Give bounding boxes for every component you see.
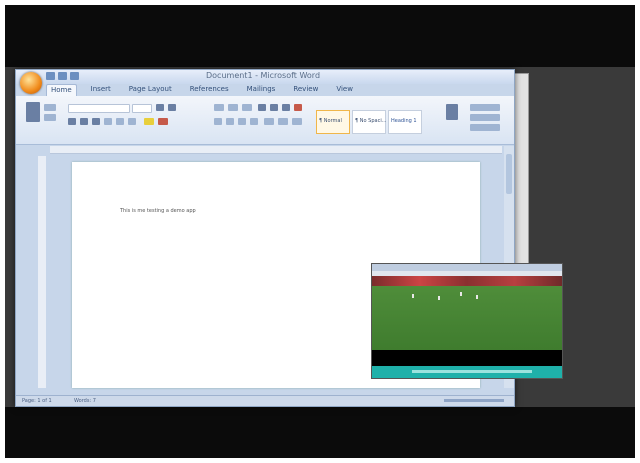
tab-references[interactable]: References: [186, 84, 233, 96]
highlight-icon[interactable]: [144, 118, 154, 125]
tab-page-layout[interactable]: Page Layout: [125, 84, 176, 96]
player: [412, 294, 414, 298]
video-controls[interactable]: [372, 366, 562, 378]
style-no-spacing-label: ¶ No Spaci...: [355, 118, 387, 124]
editing-group: [466, 100, 512, 138]
style-heading-1-label: Heading 1: [391, 118, 417, 124]
sort-icon[interactable]: [282, 104, 290, 111]
show-formatting-icon[interactable]: [294, 104, 302, 111]
style-normal-label: ¶ Normal: [319, 118, 342, 124]
office-button-icon[interactable]: [20, 72, 42, 94]
undo-icon[interactable]: [58, 72, 67, 80]
tab-home[interactable]: Home: [46, 84, 77, 96]
bold-icon[interactable]: [68, 118, 76, 125]
font-group: [64, 100, 204, 138]
paste-icon[interactable]: [26, 102, 40, 122]
tab-view[interactable]: View: [332, 84, 357, 96]
copy-icon[interactable]: [44, 114, 56, 121]
word-count[interactable]: Words: 7: [74, 398, 96, 404]
find-icon[interactable]: [470, 104, 500, 111]
football-pitch: [372, 286, 562, 350]
font-color-icon[interactable]: [158, 118, 168, 125]
video-title-bar[interactable]: [372, 264, 562, 271]
underline-icon[interactable]: [92, 118, 100, 125]
player: [460, 292, 462, 296]
select-icon[interactable]: [470, 124, 500, 131]
borders-icon[interactable]: [292, 118, 302, 125]
font-size-dropdown[interactable]: [132, 104, 152, 113]
video-progress-bar[interactable]: [412, 370, 532, 373]
tab-mailings[interactable]: Mailings: [243, 84, 280, 96]
line-spacing-icon[interactable]: [264, 118, 274, 125]
status-bar: Page: 1 of 1 Words: 7: [16, 395, 514, 406]
video-player-window[interactable]: [371, 263, 563, 379]
quick-access-toolbar: [46, 72, 79, 82]
styles-group: ¶ Normal ¶ No Spaci... Heading 1: [314, 100, 440, 138]
vertical-ruler: [38, 156, 46, 388]
cut-icon[interactable]: [44, 104, 56, 111]
document-text[interactable]: This is me testing a demo app: [120, 208, 196, 214]
shading-icon[interactable]: [278, 118, 288, 125]
clipboard-group: [20, 100, 60, 138]
page-count[interactable]: Page: 1 of 1: [22, 398, 52, 404]
align-left-icon[interactable]: [214, 118, 222, 125]
save-icon[interactable]: [46, 72, 55, 80]
tab-insert[interactable]: Insert: [87, 84, 115, 96]
style-no-spacing[interactable]: ¶ No Spaci...: [352, 110, 386, 134]
numbering-icon[interactable]: [228, 104, 238, 111]
stadium-stands: [372, 276, 562, 286]
scrollbar-thumb[interactable]: [506, 154, 512, 194]
decrease-indent-icon[interactable]: [258, 104, 266, 111]
ribbon-tabs: Home Insert Page Layout References Maili…: [46, 84, 357, 96]
zoom-slider[interactable]: [444, 399, 504, 402]
bullets-icon[interactable]: [214, 104, 224, 111]
align-right-icon[interactable]: [238, 118, 246, 125]
ribbon: ¶ Normal ¶ No Spaci... Heading 1: [16, 96, 514, 145]
horizontal-ruler[interactable]: [50, 146, 502, 154]
replace-icon[interactable]: [470, 114, 500, 121]
player: [476, 295, 478, 299]
change-styles-button[interactable]: [440, 100, 464, 138]
video-frame: Document1 - Microsoft Word Home Insert P…: [5, 5, 635, 458]
font-name-dropdown[interactable]: [68, 104, 130, 113]
justify-icon[interactable]: [250, 118, 258, 125]
align-center-icon[interactable]: [226, 118, 234, 125]
style-normal[interactable]: ¶ Normal: [316, 110, 350, 134]
window-title: Document1 - Microsoft Word: [206, 71, 321, 80]
multilevel-list-icon[interactable]: [242, 104, 252, 111]
player: [438, 296, 440, 300]
italic-icon[interactable]: [80, 118, 88, 125]
paragraph-group: [210, 100, 310, 138]
shrink-font-icon[interactable]: [168, 104, 176, 111]
redo-icon[interactable]: [70, 72, 79, 80]
title-bar[interactable]: Document1 - Microsoft Word: [16, 70, 514, 84]
style-heading-1[interactable]: Heading 1: [388, 110, 422, 134]
grow-font-icon[interactable]: [156, 104, 164, 111]
superscript-icon[interactable]: [128, 118, 136, 125]
change-styles-icon: [446, 104, 458, 120]
subscript-icon[interactable]: [116, 118, 124, 125]
strikethrough-icon[interactable]: [104, 118, 112, 125]
increase-indent-icon[interactable]: [270, 104, 278, 111]
tab-review[interactable]: Review: [289, 84, 322, 96]
video-letterbox: [372, 350, 562, 366]
